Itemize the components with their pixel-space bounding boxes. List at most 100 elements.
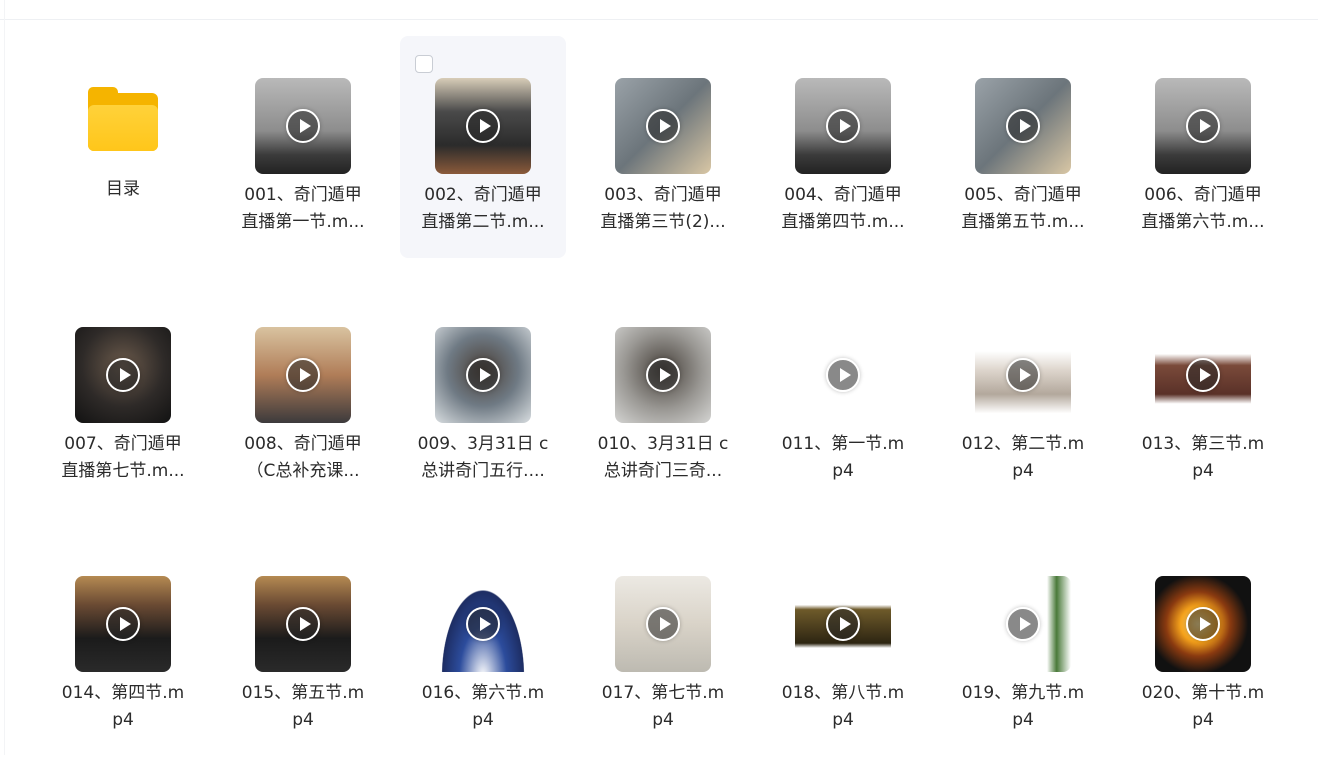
file-name-line2: 直播第一节.m... <box>241 212 365 232</box>
video-file-tile[interactable]: 015、第五节.m p4 <box>220 534 386 756</box>
video-file-tile[interactable]: 020、第十节.m p4 <box>1120 534 1286 756</box>
file-name-line1: 008、奇门遁甲 <box>244 434 362 454</box>
folder-tile[interactable]: 目录 <box>40 36 206 258</box>
play-icon <box>1006 607 1040 641</box>
video-thumbnail <box>795 576 891 672</box>
video-thumbnail <box>615 78 711 174</box>
video-thumbnail <box>435 327 531 423</box>
play-icon <box>646 109 680 143</box>
select-checkbox[interactable] <box>415 55 433 73</box>
file-name-line2: p4 <box>112 710 134 730</box>
play-icon <box>1186 607 1220 641</box>
video-file-tile[interactable]: 010、3月31日 c 总讲奇门三奇... <box>580 285 746 507</box>
file-name-line2: 直播第三节(2)... <box>600 212 726 232</box>
play-icon <box>646 607 680 641</box>
video-file-tile[interactable]: 003、奇门遁甲 直播第三节(2)... <box>580 36 746 258</box>
file-name-line1: 005、奇门遁甲 <box>964 185 1082 205</box>
video-thumbnail <box>255 576 351 672</box>
video-thumbnail <box>1155 576 1251 672</box>
file-name-line1: 007、奇门遁甲 <box>64 434 182 454</box>
video-file-tile[interactable]: 005、奇门遁甲 直播第五节.m... <box>940 36 1106 258</box>
video-thumbnail <box>975 78 1071 174</box>
video-thumbnail <box>435 78 531 174</box>
play-icon <box>286 607 320 641</box>
file-name: 010、3月31日 c 总讲奇门三奇... <box>580 431 746 485</box>
file-name-line2: 直播第七节.m... <box>61 461 185 481</box>
file-name-line1: 003、奇门遁甲 <box>604 185 722 205</box>
file-name: 002、奇门遁甲 直播第二节.m... <box>400 182 566 236</box>
video-file-tile[interactable]: 019、第九节.m p4 <box>940 534 1106 756</box>
folder-name: 目录 <box>106 179 140 199</box>
play-icon <box>286 358 320 392</box>
play-icon <box>286 109 320 143</box>
file-name-line1: 011、第一节.m <box>781 434 905 454</box>
play-icon <box>106 607 140 641</box>
video-file-tile[interactable]: 007、奇门遁甲 直播第七节.m... <box>40 285 206 507</box>
file-name-line1: 012、第二节.m <box>961 434 1085 454</box>
file-name: 007、奇门遁甲 直播第七节.m... <box>40 431 206 485</box>
file-name-line2: 总讲奇门三奇... <box>603 461 723 481</box>
video-file-tile[interactable]: 016、第六节.m p4 <box>400 534 566 756</box>
play-icon <box>466 358 500 392</box>
top-divider <box>0 19 1318 20</box>
file-name-line1: 004、奇门遁甲 <box>784 185 902 205</box>
file-name-line1: 013、第三节.m <box>1141 434 1265 454</box>
video-thumbnail <box>435 576 531 672</box>
video-thumbnail <box>255 327 351 423</box>
video-file-tile[interactable]: 008、奇门遁甲 （C总补充课... <box>220 285 386 507</box>
file-grid: 目录 001、奇门遁甲 直播第一节.m... 002、奇门遁甲 直播第二节.m... 0… <box>33 36 1293 783</box>
file-name-line1: 017、第七节.m <box>601 683 725 703</box>
file-name-line1: 001、奇门遁甲 <box>244 185 362 205</box>
video-thumbnail <box>795 327 891 423</box>
play-icon <box>826 358 860 392</box>
play-icon <box>826 109 860 143</box>
video-thumbnail <box>1155 78 1251 174</box>
file-name-line2: 直播第六节.m... <box>1141 212 1265 232</box>
video-file-tile[interactable]: 012、第二节.m p4 <box>940 285 1106 507</box>
file-name-line2: p4 <box>652 710 674 730</box>
video-file-tile[interactable]: 006、奇门遁甲 直播第六节.m... <box>1120 36 1286 258</box>
folder-icon <box>88 87 158 151</box>
video-file-tile[interactable]: 002、奇门遁甲 直播第二节.m... <box>400 36 566 258</box>
file-name: 016、第六节.m p4 <box>400 680 566 734</box>
video-file-tile[interactable]: 001、奇门遁甲 直播第一节.m... <box>220 36 386 258</box>
play-icon <box>1186 358 1220 392</box>
file-name: 012、第二节.m p4 <box>940 431 1106 485</box>
video-file-tile[interactable]: 014、第四节.m p4 <box>40 534 206 756</box>
file-name-line2: p4 <box>832 461 854 481</box>
file-name: 018、第八节.m p4 <box>760 680 926 734</box>
video-thumbnail <box>1155 327 1251 423</box>
file-name-line1: 018、第八节.m <box>781 683 905 703</box>
file-name-line1: 010、3月31日 c <box>597 434 729 454</box>
file-name-line1: 019、第九节.m <box>961 683 1085 703</box>
video-thumbnail <box>75 327 171 423</box>
file-name-line2: 直播第四节.m... <box>781 212 905 232</box>
play-icon <box>1006 109 1040 143</box>
video-thumbnail <box>615 327 711 423</box>
file-name: 013、第三节.m p4 <box>1120 431 1286 485</box>
file-name-line2: 直播第五节.m... <box>961 212 1085 232</box>
video-file-tile[interactable]: 013、第三节.m p4 <box>1120 285 1286 507</box>
file-name: 003、奇门遁甲 直播第三节(2)... <box>580 182 746 236</box>
file-name-line1: 002、奇门遁甲 <box>424 185 542 205</box>
file-name-line2: p4 <box>1192 710 1214 730</box>
play-icon <box>466 607 500 641</box>
file-name-line2: p4 <box>1012 461 1034 481</box>
video-file-tile[interactable]: 011、第一节.m p4 <box>760 285 926 507</box>
play-icon <box>1006 358 1040 392</box>
play-icon <box>466 109 500 143</box>
video-file-tile[interactable]: 018、第八节.m p4 <box>760 534 926 756</box>
video-file-tile[interactable]: 004、奇门遁甲 直播第四节.m... <box>760 36 926 258</box>
file-name-line2: p4 <box>1012 710 1034 730</box>
file-name-line1: 009、3月31日 c <box>417 434 549 454</box>
file-name-line2: p4 <box>472 710 494 730</box>
play-icon <box>826 607 860 641</box>
video-thumbnail <box>795 78 891 174</box>
file-name-line2: 总讲奇门五行.... <box>421 461 545 481</box>
video-file-tile[interactable]: 009、3月31日 c 总讲奇门五行.... <box>400 285 566 507</box>
video-file-tile[interactable]: 017、第七节.m p4 <box>580 534 746 756</box>
file-name: 020、第十节.m p4 <box>1120 680 1286 734</box>
file-name: 014、第四节.m p4 <box>40 680 206 734</box>
video-thumbnail <box>615 576 711 672</box>
file-name: 001、奇门遁甲 直播第一节.m... <box>220 182 386 236</box>
